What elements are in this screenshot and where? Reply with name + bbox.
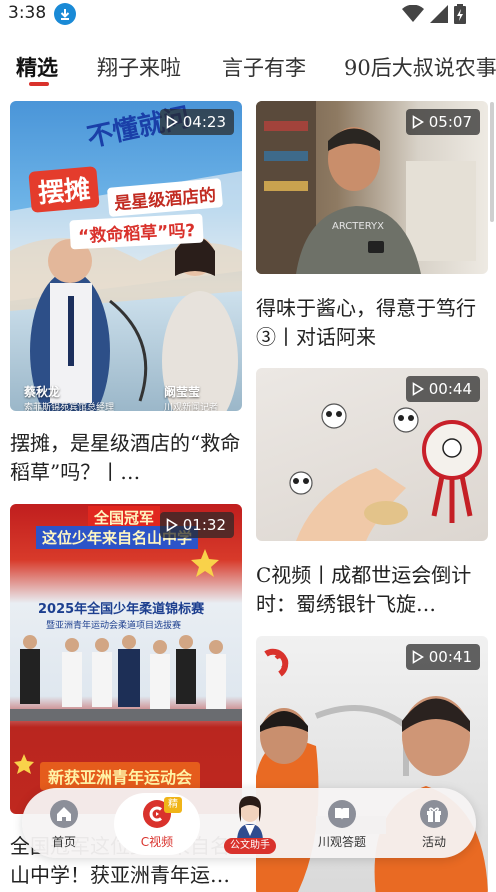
- nav-label: 川观答题: [317, 835, 366, 849]
- status-icons: [402, 4, 466, 24]
- video-card[interactable]: 00:44 C视频丨成都世运会倒计时：蜀绣银针飞旋…: [256, 368, 488, 623]
- nav-label: C视频: [140, 835, 174, 849]
- duration-badge: 00:41: [405, 644, 480, 670]
- assistant-avatar: [237, 796, 263, 842]
- nav-label: 活动: [421, 835, 446, 849]
- play-icon: [412, 382, 424, 396]
- scrollbar[interactable]: [490, 102, 494, 222]
- thumbnail-banner-sub: 暨亚洲青年运动会柔道项目选拔赛: [46, 621, 182, 631]
- nav-quiz[interactable]: 川观答题: [300, 788, 384, 858]
- duration-text: 04:23: [182, 113, 226, 131]
- duration-badge: 01:32: [159, 512, 234, 538]
- person-name: 阚莹莹: [164, 385, 201, 399]
- video-card[interactable]: ARCTERYX 05:07 得味于酱心，得意于笃行③丨对话阿来: [256, 101, 488, 356]
- duration-text: 01:32: [182, 516, 226, 534]
- video-thumbnail: 不懂就问 摆摊 是星级酒店的 “救命稻草”吗? 蔡秋龙 索菲斯锦苑宾馆总经理 阚…: [10, 101, 242, 411]
- video-thumbnail: 00:44: [256, 368, 488, 541]
- tab-xiangzi[interactable]: 翔子来啦: [97, 52, 181, 82]
- play-icon: [166, 115, 178, 129]
- duration-badge: 00:44: [405, 376, 480, 402]
- status-time: 3:38: [8, 3, 47, 23]
- thumbnail-banner: 2025年全国少年柔道锦标赛: [38, 602, 205, 617]
- download-icon: [54, 3, 76, 25]
- tab-farming-uncle[interactable]: 90后大叔说农事: [344, 52, 496, 82]
- assistant-label[interactable]: 公文助手: [224, 838, 276, 854]
- person-caption: 蔡秋龙 索菲斯锦苑宾馆总经理: [24, 383, 114, 411]
- video-title: 摆摊，是星级酒店的“救命稻草”吗？丨…: [10, 431, 241, 484]
- thumbnail-caption: 新获亚洲青年运动会: [40, 762, 201, 790]
- play-icon: [166, 518, 178, 532]
- duration-badge: 05:07: [405, 109, 480, 135]
- duration-badge: 04:23: [159, 109, 234, 135]
- tab-featured[interactable]: 精选: [16, 52, 58, 82]
- person-role: 川观新闻记者: [164, 403, 219, 411]
- duration-text: 00:44: [428, 380, 472, 398]
- battery-icon: [454, 4, 466, 24]
- play-icon: [412, 650, 424, 664]
- channel-tabs: 精选 翔子来啦 言子有李 90后大叔说农事: [0, 46, 496, 90]
- book-icon: [328, 800, 356, 828]
- thumbnail-illustration: [10, 171, 242, 411]
- wifi-icon: [402, 5, 424, 22]
- video-thumbnail: ARCTERYX 05:07: [256, 101, 488, 274]
- nav-home[interactable]: 首页: [22, 788, 106, 858]
- duration-text: 00:41: [428, 648, 472, 666]
- video-title: C视频丨成都世运会倒计时：蜀绣银针飞旋…: [256, 563, 472, 616]
- person-caption: 阚莹莹 川观新闻记者: [164, 383, 218, 411]
- video-card[interactable]: 不懂就问 摆摊 是星级酒店的 “救命稻草”吗? 蔡秋龙 索菲斯锦苑宾馆总经理 阚…: [10, 101, 242, 491]
- play-icon: [412, 115, 424, 129]
- home-icon: [50, 800, 78, 828]
- video-title: 得味于酱心，得意于笃行③丨对话阿来: [256, 296, 476, 349]
- person-name: 蔡秋龙: [24, 385, 61, 399]
- signal-icon: [430, 5, 448, 23]
- active-tab-indicator: [29, 82, 49, 86]
- gift-icon: [420, 800, 448, 828]
- featured-badge: 精: [164, 797, 182, 813]
- video-thumbnail: 全国冠军 这位少年来自名山中学 2025年全国少年柔道锦标赛 暨亚洲青年运动会柔…: [10, 504, 242, 814]
- thumbnail-tag: 摆摊: [28, 166, 100, 213]
- tab-yanzi[interactable]: 言子有李: [222, 52, 306, 82]
- shirt-logo-text: ARCTERYX: [332, 221, 384, 232]
- nav-label: 首页: [51, 835, 76, 849]
- person-role: 索菲斯锦苑宾馆总经理: [24, 403, 115, 411]
- nav-c-video[interactable]: C视频: [115, 788, 199, 858]
- nav-activities[interactable]: 活动: [392, 788, 476, 858]
- status-bar: 3:38: [0, 0, 496, 30]
- duration-text: 05:07: [428, 113, 472, 131]
